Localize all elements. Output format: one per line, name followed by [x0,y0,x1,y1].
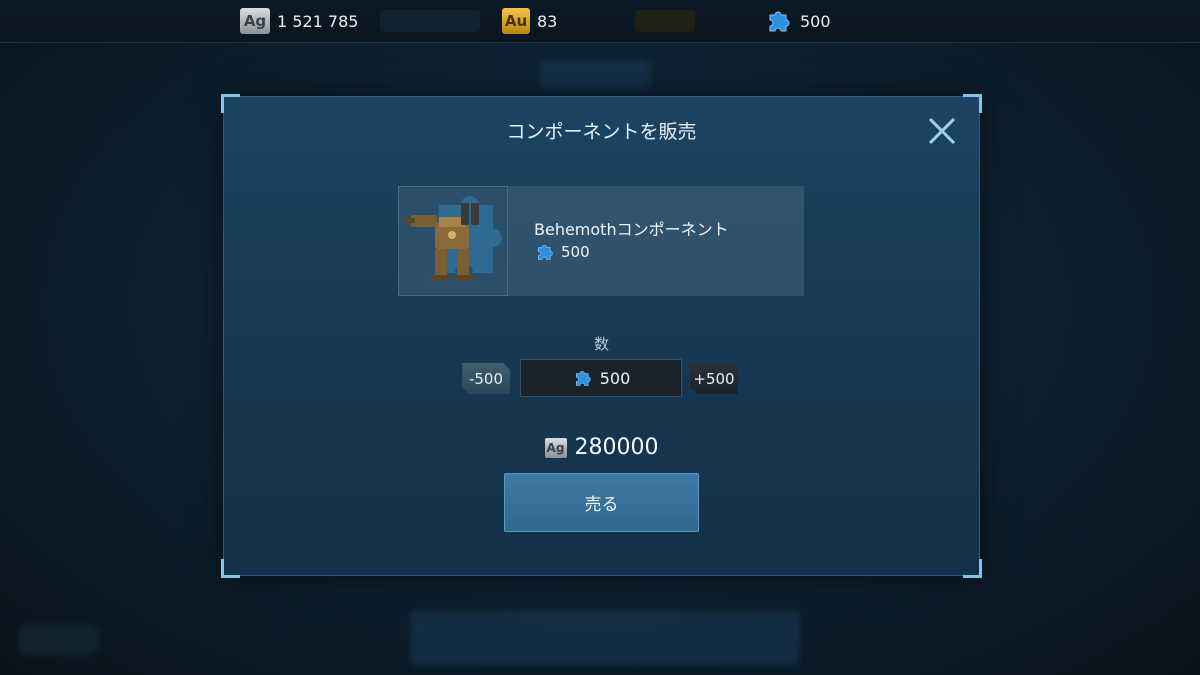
robot-thumbnail [398,186,508,296]
silver-balance: Ag 1 521 785 [240,8,358,34]
close-icon [928,117,956,145]
sell-button[interactable]: 売る [504,473,699,532]
gold-amount: 83 [537,11,558,31]
resource-bar: Ag 1 521 785 Au 83 500 [0,0,1200,43]
item-count-value: 500 [561,243,590,261]
quantity-field[interactable]: 500 [520,359,682,397]
puzzle-icon [769,11,790,32]
quantity-label: 数 [593,335,609,353]
increase-quantity-button[interactable]: +500 [690,363,738,394]
frame-corner [221,94,240,113]
item-name: Behemothコンポーネント [534,220,729,239]
component-balance: 500 [764,8,831,34]
sale-price: Ag 280000 [224,435,979,460]
silver-coin-icon: Ag [240,8,270,34]
blurred-placeholder [380,10,480,32]
silver-amount: 1 521 785 [277,11,359,31]
item-card: Behemothコンポーネント 500 [398,186,804,296]
blurred-placeholder [635,10,695,32]
sale-price-value: 280000 [574,435,659,460]
component-amount: 500 [800,11,831,31]
gold-balance: Au 83 [502,8,557,34]
quantity-value: 500 [599,368,631,388]
frame-corner [963,94,982,113]
frame-corner [963,559,982,578]
silver-coin-icon: Ag [544,437,567,458]
close-button[interactable] [924,113,960,149]
frame-corner [221,559,240,578]
behemoth-robot-icon [403,196,502,281]
decrease-quantity-button[interactable]: -500 [462,363,510,394]
dialog-title: コンポーネントを販売 [506,121,697,143]
puzzle-icon [575,371,591,386]
gold-coin-icon: Au [502,8,530,34]
game-screen: Ag 1 521 785 Au 83 500 コンポーネントを販売 Behemo… [0,0,1200,675]
puzzle-icon [538,245,553,260]
sell-component-dialog: コンポーネントを販売 Behemothコンポーネント 500 数 -500 50… [221,94,982,578]
item-count: 500 [534,241,590,263]
